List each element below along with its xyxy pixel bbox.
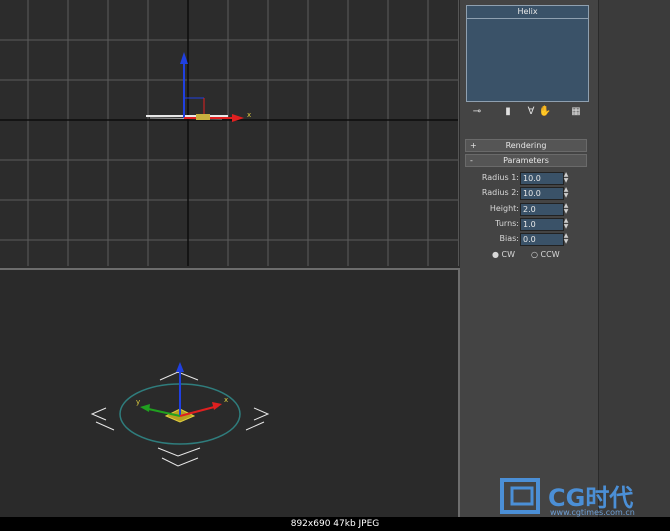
spinner-icon[interactable]: ▲ ▼ — [562, 218, 570, 230]
pin-icon: ⊸ — [472, 106, 482, 117]
cw-radio[interactable]: ● CW — [492, 250, 515, 259]
cg-logo-icon — [500, 478, 540, 514]
rollout-parameters-toggle: - — [470, 156, 473, 165]
modifier-icon: ▮ — [505, 106, 511, 117]
rollout-rendering-toggle: + — [470, 141, 477, 150]
config-icon: ▦ — [571, 106, 581, 117]
object-name-title: Helix — [467, 6, 588, 19]
remove-modifier-button[interactable]: ✋ — [536, 104, 554, 120]
param-radius2-field[interactable]: 10.0 — [520, 187, 564, 200]
pin-stack-button[interactable]: ⊸ — [468, 104, 486, 120]
x-axis-label: x — [247, 111, 251, 119]
radio-selected-icon: ● — [492, 250, 499, 259]
param-radius2-label: Radius 2: — [481, 188, 519, 197]
param-height-row: Height: 2.0 ▲ ▼ — [460, 203, 598, 217]
param-bias-label: Bias: — [499, 234, 519, 243]
spinner-icon[interactable]: ▲ ▼ — [562, 203, 570, 215]
param-turns-label: Turns: — [495, 219, 519, 228]
y-axis-label: y — [136, 398, 140, 406]
top-viewport[interactable]: x — [0, 0, 459, 266]
rollout-parameters[interactable]: - Parameters — [465, 154, 587, 167]
param-height-label: Height: — [489, 204, 519, 213]
spinner-icon[interactable]: ▲ ▼ — [562, 233, 570, 245]
param-bias-row: Bias: 0.0 ▲ ▼ — [460, 233, 598, 247]
param-radius1-field[interactable]: 10.0 — [520, 172, 564, 185]
rollout-rendering-label: Rendering — [505, 141, 547, 150]
watermark-url: www.cgtimes.com.cn — [550, 508, 635, 517]
object-name-box[interactable]: Helix — [466, 5, 589, 102]
spinner-icon[interactable]: ▲ ▼ — [562, 187, 570, 199]
param-radius1-row: Radius 1: 10.0 ▲ ▼ — [460, 172, 598, 186]
perspective-viewport[interactable]: y x — [0, 268, 460, 519]
param-radius1-label: Radius 1: — [481, 173, 519, 182]
param-turns-field[interactable]: 1.0 — [520, 218, 564, 231]
cw-label: CW — [501, 250, 516, 259]
radio-empty-icon: ○ — [531, 250, 538, 259]
cg-times-logo: CG时代 www.cgtimes.com.cn — [494, 474, 670, 517]
param-radius2-row: Radius 2: 10.0 ▲ ▼ — [460, 187, 598, 201]
panel-scroll-strip[interactable] — [598, 0, 670, 517]
spinner-icon[interactable]: ▲ ▼ — [562, 172, 570, 184]
image-info-bar: 892x690 47kb JPEG — [0, 517, 670, 531]
hand-icon: ✋ — [538, 106, 552, 117]
param-bias-field[interactable]: 0.0 — [520, 233, 564, 246]
param-height-field[interactable]: 2.0 — [520, 203, 564, 216]
rollout-rendering[interactable]: + Rendering — [465, 139, 587, 152]
x-axis-arrow[interactable] — [179, 405, 219, 417]
x-axis-label: x — [224, 396, 228, 404]
ccw-label: CCW — [540, 250, 560, 259]
ccw-radio[interactable]: ○ CCW — [531, 250, 560, 259]
rollout-parameters-label: Parameters — [503, 156, 549, 165]
param-turns-row: Turns: 1.0 ▲ ▼ — [460, 218, 598, 232]
funnel-icon: ∀ — [527, 106, 535, 117]
configure-modifier-sets-button[interactable]: ▦ — [567, 104, 585, 120]
top-viewport-grid: x — [0, 0, 458, 266]
show-end-result-button[interactable]: ▮ — [499, 104, 517, 120]
perspective-scene: y x — [90, 362, 270, 467]
